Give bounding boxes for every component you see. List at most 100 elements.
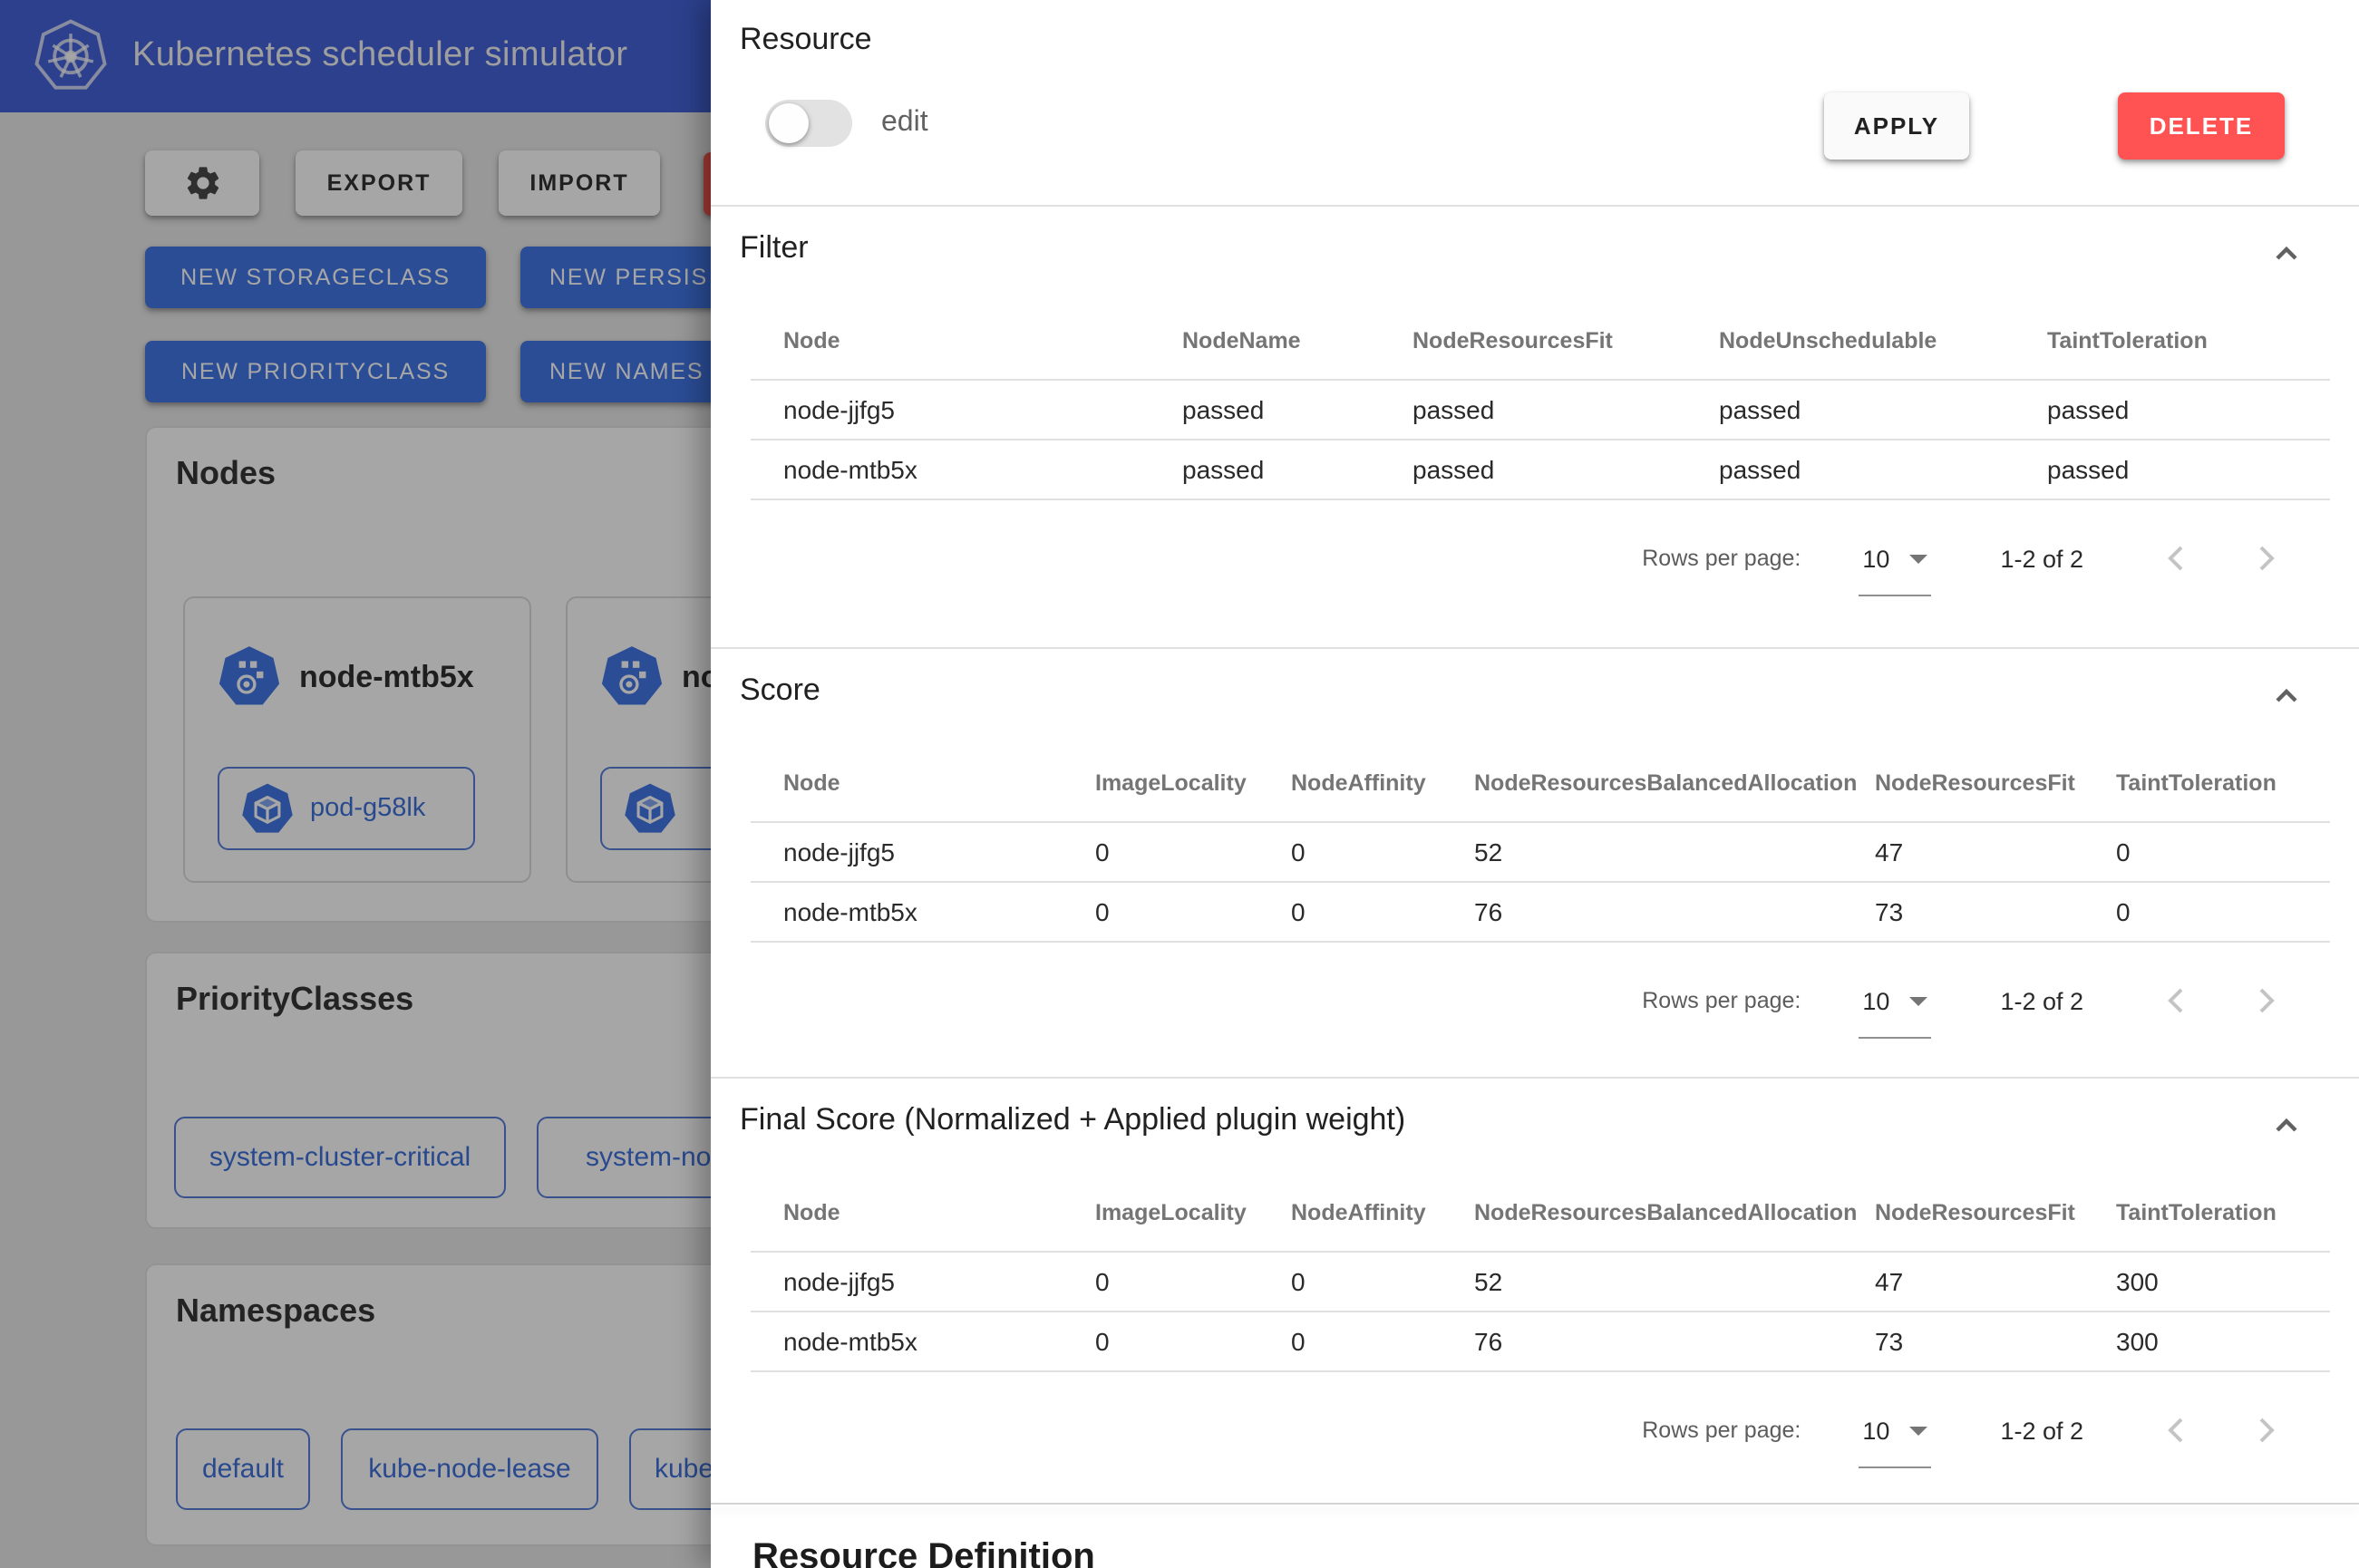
table-cell: 0 [2116, 837, 2330, 866]
table-cell: 0 [1291, 837, 1474, 866]
next-page-button[interactable] [2243, 537, 2286, 580]
chevron-left-icon [2156, 979, 2199, 1022]
chevron-right-icon [2243, 537, 2286, 580]
table-row: node-mtb5xpassedpassedpassedpassed [751, 440, 2330, 500]
column-header: NodeAffinity [1291, 769, 1474, 795]
pagination-range: 1-2 of 2 [2000, 1417, 2083, 1444]
edit-toggle-label: edit [881, 107, 928, 140]
column-header: NodeResourcesFit [1875, 769, 2116, 795]
drawer-title: Resource [740, 22, 872, 58]
resource-definition-title: Resource Definition [752, 1537, 2359, 1568]
table-cell: passed [1182, 395, 1412, 424]
column-header: NodeAffinity [1291, 1199, 1474, 1224]
table-cell: passed [1412, 455, 1719, 484]
table-row: node-jjfg5passedpassedpassedpassed [751, 381, 2330, 440]
next-page-button[interactable] [2243, 1408, 2286, 1452]
table-cell: 73 [1875, 897, 2116, 926]
column-header: ImageLocality [1095, 769, 1291, 795]
rows-per-page-label: Rows per page: [1642, 988, 1801, 1013]
section-title: Filter [740, 228, 809, 268]
table-cell: 0 [2116, 897, 2330, 926]
scheduler-result-sections: FilterNodeNodeNameNodeResourcesFitNodeUn… [711, 207, 2359, 1503]
rows-per-page-value: 10 [1862, 1417, 1889, 1444]
column-header: Node [751, 327, 1182, 353]
section-title: Final Score (Normalized + Applied plugin… [740, 1100, 1405, 1140]
chevron-left-icon [2156, 537, 2199, 580]
table-cell: passed [1719, 455, 2047, 484]
table-pagination: Rows per page: 10 1-2 of 2 [711, 1394, 2359, 1466]
table-pagination: Rows per page: 10 1-2 of 2 [711, 964, 2359, 1037]
resource-drawer: Resource edit APPLY DELETE Filter Node Nod… [711, 0, 2359, 1568]
rows-per-page-label: Rows per page: [1642, 1418, 1801, 1443]
table-cell: 52 [1474, 837, 1875, 866]
chevron-right-icon [2243, 1408, 2286, 1452]
table-row: node-jjfg5005247300 [751, 1253, 2330, 1312]
pagination-range: 1-2 of 2 [2000, 987, 2083, 1014]
table-cell: passed [1412, 395, 1719, 424]
column-header: Node [751, 769, 1095, 795]
table-row: node-mtb5x007673300 [751, 1312, 2330, 1372]
table-cell: node-mtb5x [751, 1327, 1095, 1356]
column-header: NodeResourcesFit [1412, 327, 1719, 353]
column-header: TaintToleration [2116, 769, 2330, 795]
column-header: NodeResourcesFit [1875, 1199, 2116, 1224]
rows-per-page-select[interactable]: 10 [1859, 541, 1931, 576]
next-page-button[interactable] [2243, 979, 2286, 1022]
table-cell: node-jjfg5 [751, 395, 1182, 424]
table-cell: 0 [1095, 837, 1291, 866]
table-cell: passed [1182, 455, 1412, 484]
table-cell: passed [1719, 395, 2047, 424]
table-cell: node-jjfg5 [751, 1267, 1095, 1296]
table-cell: 0 [1291, 897, 1474, 926]
drawer-section-score: ScoreNodeImageLocalityNodeAffinityNodeRe… [711, 647, 2359, 1077]
table-cell: 76 [1474, 1327, 1875, 1356]
caret-down-icon [1909, 1426, 1927, 1435]
apply-button[interactable]: APPLY [1824, 92, 1969, 160]
column-header: ImageLocality [1095, 1199, 1291, 1224]
collapse-section-button[interactable] [2268, 1108, 2305, 1144]
resource-definition-section: Resource Definition [711, 1505, 2359, 1568]
previous-page-button[interactable] [2156, 537, 2199, 580]
table-cell: node-mtb5x [751, 897, 1095, 926]
drawer-section-filter: FilterNodeNodeNameNodeResourcesFitNodeUn… [711, 207, 2359, 647]
table-cell: 0 [1291, 1267, 1474, 1296]
drawer-section-final: Final Score (Normalized + Applied plugin… [711, 1077, 2359, 1503]
rows-per-page-value: 10 [1862, 545, 1889, 572]
table-cell: 0 [1095, 897, 1291, 926]
chevron-left-icon [2156, 1408, 2199, 1452]
pagination-range: 1-2 of 2 [2000, 545, 2083, 572]
table-cell: passed [2047, 455, 2330, 484]
caret-down-icon [1909, 554, 1927, 563]
table-cell: 300 [2116, 1267, 2330, 1296]
table-row: node-jjfg50052470 [751, 823, 2330, 883]
table-cell: node-mtb5x [751, 455, 1182, 484]
table-cell: 0 [1095, 1267, 1291, 1296]
collapse-section-button[interactable] [2268, 678, 2305, 714]
collapse-section-button[interactable] [2268, 236, 2305, 272]
result-table: NodeImageLocalityNodeAffinityNodeResourc… [751, 1173, 2330, 1372]
rows-per-page-select[interactable]: 10 [1859, 983, 1931, 1018]
table-cell: 0 [1095, 1327, 1291, 1356]
chevron-up-icon [2272, 239, 2301, 268]
table-cell: passed [2047, 395, 2330, 424]
delete-button[interactable]: DELETE [2118, 92, 2285, 160]
rows-per-page-value: 10 [1862, 987, 1889, 1014]
table-cell: 47 [1875, 1267, 2116, 1296]
edit-toggle[interactable] [765, 100, 852, 147]
column-header: NodeResourcesBalancedAllocation [1474, 1199, 1875, 1224]
table-cell: 73 [1875, 1327, 2116, 1356]
kubernetes-scheduler-simulator-app: Kubernetes scheduler simulator EXPORT IM… [0, 0, 2359, 1568]
result-table: NodeImageLocalityNodeAffinityNodeResourc… [751, 743, 2330, 943]
previous-page-button[interactable] [2156, 979, 2199, 1022]
column-header: NodeResourcesBalancedAllocation [1474, 769, 1875, 795]
rows-per-page-select[interactable]: 10 [1859, 1413, 1931, 1447]
table-cell: 47 [1875, 837, 2116, 866]
table-cell: 0 [1291, 1327, 1474, 1356]
table-pagination: Rows per page:101-2 of 2 [711, 522, 2359, 595]
resource-drawer-header: Resource edit APPLY DELETE [711, 0, 2359, 207]
table-cell: 76 [1474, 897, 1875, 926]
table-row: node-mtb5x0076730 [751, 883, 2330, 943]
chevron-up-icon [2272, 1111, 2301, 1140]
previous-page-button[interactable] [2156, 1408, 2199, 1452]
table-cell: node-jjfg5 [751, 837, 1095, 866]
